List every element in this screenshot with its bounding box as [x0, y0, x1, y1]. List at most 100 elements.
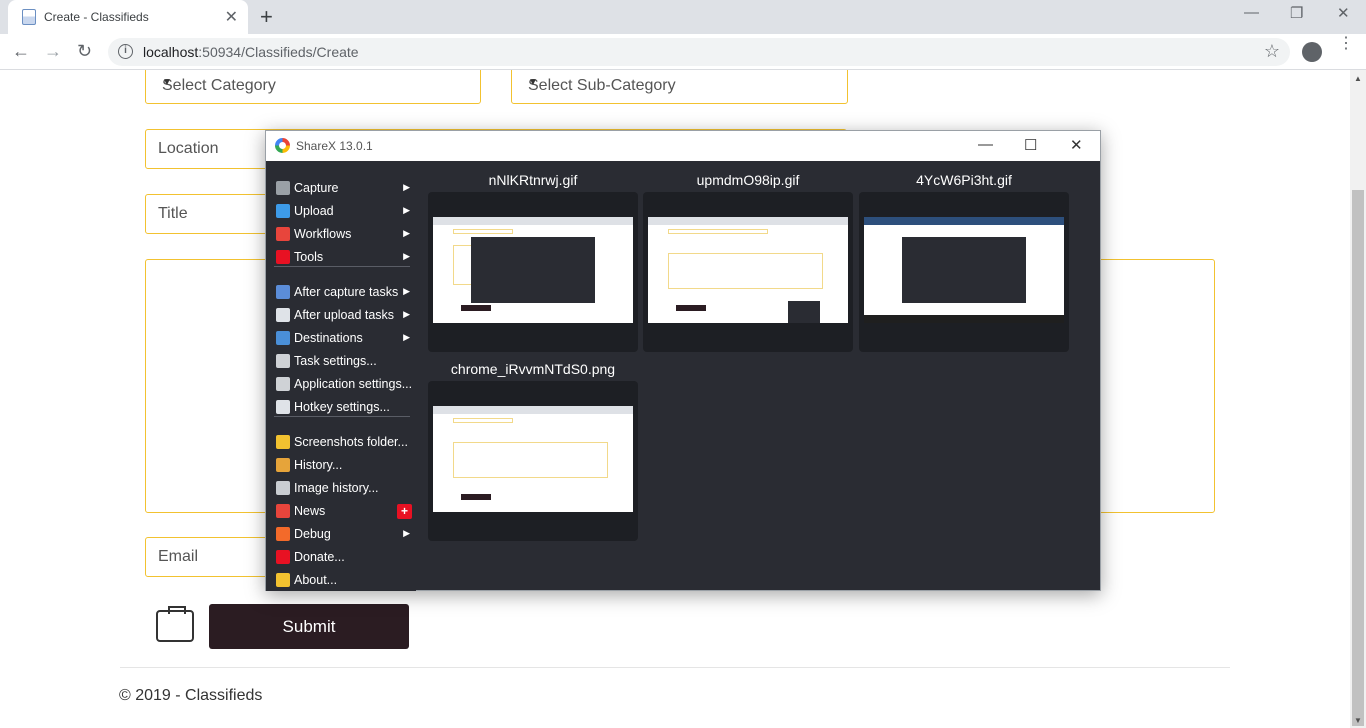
sharex-menu-label: Debug	[294, 527, 331, 541]
sharex-menu-label: After upload tasks	[294, 308, 395, 322]
wrench-icon	[276, 377, 290, 391]
thumbnail-item[interactable]: upmdmO98ip.gif	[643, 172, 853, 352]
sharex-menu-label: Destinations	[294, 331, 363, 345]
sharex-menu-label: Capture	[294, 181, 339, 195]
forward-button[interactable]: →	[44, 41, 62, 62]
submit-button[interactable]: Submit	[209, 604, 409, 649]
workflows-grid-icon	[276, 227, 290, 241]
sharex-menu-item[interactable]: Workflows ▶	[274, 224, 412, 244]
folder-icon	[276, 435, 290, 449]
sharex-menu-item[interactable]: News +	[274, 501, 412, 521]
footer-copyright: © 2019 - Classifieds	[119, 687, 263, 704]
sharex-menu-item[interactable]: Screenshots folder...	[274, 432, 412, 452]
location-placeholder: Location	[158, 140, 219, 157]
sharex-menu-item[interactable]: Debug ▶	[274, 524, 412, 544]
sharex-maximize-button[interactable]: ☐	[1024, 136, 1037, 154]
url-host: localhost	[143, 44, 199, 60]
url-text: localhost:50934/Classifieds/Create	[143, 44, 359, 60]
footer-divider	[120, 667, 1230, 668]
tab-title: Create - Classifieds	[44, 10, 149, 24]
browser-toolbar: ← → ↻ i localhost:50934/Classifieds/Crea…	[0, 34, 1366, 70]
window-close-button[interactable]: ✕	[1337, 4, 1350, 22]
sharex-menu-item[interactable]: Application settings...	[274, 374, 412, 394]
chevron-down-icon: ▼	[162, 77, 172, 88]
sharex-menu-item[interactable]: Hotkey settings...	[274, 397, 412, 417]
sharex-menu-item[interactable]: Capture ▶	[274, 178, 412, 198]
window-minimize-button[interactable]: —	[1244, 4, 1259, 21]
camera-upload-icon[interactable]	[156, 606, 194, 642]
thumbnail-preview-image	[433, 217, 633, 323]
back-button[interactable]: ←	[12, 41, 30, 62]
thumbnail-preview-image	[433, 406, 633, 512]
submenu-arrow-icon: ▶	[403, 205, 410, 215]
capture-icon	[276, 181, 290, 195]
title-placeholder: Title	[158, 205, 188, 222]
submenu-arrow-icon: ▶	[403, 228, 410, 238]
scrollbar-thumb[interactable]	[1352, 190, 1364, 726]
address-bar[interactable]: i localhost:50934/Classifieds/Create ☆	[108, 38, 1290, 66]
menu-separator	[274, 266, 410, 267]
document-favicon-icon	[22, 9, 36, 25]
keyboard-key-icon	[276, 400, 290, 414]
sharex-menu-item[interactable]: After upload tasks ▶	[274, 305, 412, 325]
subcategory-select[interactable]: Select Sub-Category ▼	[511, 70, 848, 104]
sharex-menu-item[interactable]: Image history...	[274, 478, 412, 498]
url-path: :50934/Classifieds/Create	[198, 44, 359, 60]
sharex-menu-label: Workflows	[294, 227, 352, 241]
sharex-menu-item[interactable]: Task settings...	[274, 351, 412, 371]
reload-button[interactable]: ↻	[77, 41, 92, 62]
sharex-menu-item[interactable]: History...	[274, 455, 412, 475]
sharex-menu-item[interactable]: Destinations ▶	[274, 328, 412, 348]
sharex-menu-item[interactable]: Donate...	[274, 547, 412, 567]
submenu-arrow-icon: ▶	[403, 182, 410, 192]
email-placeholder: Email	[158, 548, 199, 565]
sharex-menu-item[interactable]: After capture tasks ▶	[274, 282, 412, 302]
thumbnail-item[interactable]: nNlKRtnrwj.gif	[428, 172, 638, 352]
sharex-logo-icon	[275, 138, 290, 153]
bookmark-star-icon[interactable]: ☆	[1264, 41, 1280, 62]
sharex-menu-label: Upload	[294, 204, 334, 218]
thumbnail-filename: 4YcW6Pi3ht.gif	[916, 172, 1012, 188]
heart-icon	[276, 550, 290, 564]
destinations-icon	[276, 331, 290, 345]
thumbnail-item[interactable]: 4YcW6Pi3ht.gif	[859, 172, 1069, 352]
thumbnail-filename: upmdmO98ip.gif	[696, 172, 800, 188]
site-info-icon[interactable]: i	[118, 44, 133, 59]
submenu-arrow-icon: ▶	[403, 251, 410, 261]
sharex-menu-label: Image history...	[294, 481, 379, 495]
window-restore-button[interactable]: ❐	[1290, 4, 1303, 22]
sharex-menu-item[interactable]: About...	[274, 570, 412, 590]
sharex-menu-item[interactable]: Upload ▶	[274, 201, 412, 221]
thumbnail-item[interactable]: chrome_iRvvmNTdS0.png	[428, 361, 638, 541]
sharex-menu-label: About...	[294, 573, 338, 587]
scroll-down-arrow-icon[interactable]: ▼	[1354, 716, 1362, 725]
scroll-up-arrow-icon[interactable]: ▲	[1354, 74, 1362, 83]
browser-menu-icon[interactable]: ⋮	[1338, 36, 1354, 52]
gear-icon	[276, 354, 290, 368]
page-scrollbar[interactable]: ▲ ▼	[1350, 70, 1366, 728]
after-upload-cloud-icon	[276, 308, 290, 322]
sharex-menu-label: News	[294, 504, 326, 518]
sharex-main-menu: Capture ▶ Upload ▶ Workflows ▶ Tools ▶ After cap…	[266, 161, 416, 591]
profile-avatar-icon[interactable]	[1302, 42, 1322, 62]
tools-icon	[276, 250, 290, 264]
sharex-menu-label: History...	[294, 458, 343, 472]
crown-icon	[276, 573, 290, 587]
news-badge: +	[397, 504, 412, 519]
sharex-window: ShareX 13.0.1 — ☐ ✕ Capture ▶ Upload ▶ Workf…	[265, 130, 1101, 591]
thumbnail-filename: nNlKRtnrwj.gif	[488, 172, 578, 188]
menu-separator	[274, 416, 410, 417]
upload-arrow-icon	[276, 204, 290, 218]
submenu-arrow-icon: ▶	[403, 332, 410, 342]
sharex-minimize-button[interactable]: —	[978, 136, 993, 153]
submenu-arrow-icon: ▶	[403, 528, 410, 538]
tab-close-icon[interactable]: ✕	[225, 7, 238, 27]
new-tab-button[interactable]: +	[260, 4, 273, 30]
browser-tab[interactable]: Create - Classifieds ✕	[8, 0, 248, 34]
submenu-arrow-icon: ▶	[403, 309, 410, 319]
sharex-menu-item[interactable]: Tools ▶	[274, 247, 412, 267]
category-select[interactable]: Select Category ▼	[145, 70, 481, 104]
traffic-cone-icon	[276, 527, 290, 541]
sharex-close-button[interactable]: ✕	[1070, 136, 1083, 154]
sharex-titlebar[interactable]: ShareX 13.0.1 — ☐ ✕	[266, 131, 1100, 161]
